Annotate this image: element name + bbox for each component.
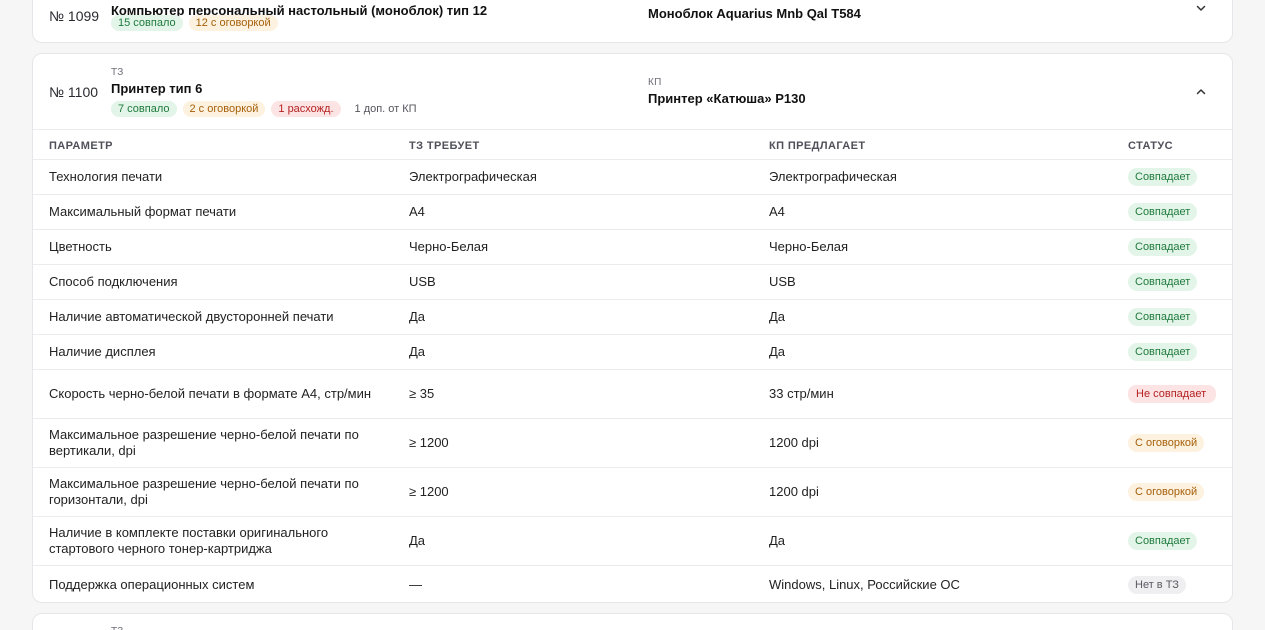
status-badge: Совпадает [1128,238,1198,256]
param-cell: Максимальное разрешение черно-белой печа… [49,427,359,458]
col-param: ПАРАМЕТР [49,140,113,152]
table-row: Наличие автоматической двусторонней печа… [33,300,1232,335]
kp-cell: Черно-Белая [769,239,849,254]
status-badge: С оговоркой [1128,483,1205,501]
col-tz: ТЗ ТРЕБУЕТ [409,140,480,152]
kp-cell: Да [769,533,786,548]
tz-cell: Черно-Белая [409,239,489,254]
tz-label: ТЗ [111,626,124,630]
kp-cell: 1200 dpi [769,435,819,450]
status-badge: Совпадает [1128,203,1198,221]
status-badge: Совпадает [1128,532,1198,550]
tz-cell: ≥ 35 [409,386,435,401]
status-badge: Нет в ТЗ [1128,575,1186,594]
table-row: Технология печати Электрографическая Элект… [33,160,1232,195]
status-badge: С оговоркой [1128,434,1205,452]
param-cell: Наличие дисплея [49,344,156,359]
status-badge: Совпадает [1128,168,1198,186]
param-cell: Технология печати [49,169,163,184]
matched-badge: 7 совпало [111,101,177,117]
tz-cell: ≥ 1200 [409,484,449,499]
matched-badge: 15 совпало [111,15,183,31]
table-row: Максимальное разрешение черно-белой печа… [33,468,1232,517]
table-row: Способ подключения USB USB Совпадает [33,265,1232,300]
caveat-badge: 2 с оговоркой [182,101,266,117]
kp-cell: Да [769,309,786,324]
item-card-1099[interactable]: № 1099 Компьютер персональный настольный… [32,0,1233,43]
table-row: Наличие в комплекте поставки оригинально… [33,517,1232,566]
kp-label: КП [648,77,662,88]
kp-cell: USB [769,274,796,289]
item-number: № 1099 [49,8,100,24]
tz-cell: ≥ 1200 [409,435,449,450]
tz-cell: Электрографическая [409,169,537,184]
item-header[interactable]: № 1099 Компьютер персональный настольный… [33,0,1232,42]
param-cell: Наличие в комплекте поставки оригинально… [49,525,329,556]
kp-cell: A4 [769,204,785,219]
status-badge: Совпадает [1128,273,1198,291]
param-cell: Наличие автоматической двусторонней печа… [49,309,334,324]
table-row: Максимальное разрешение черно-белой печа… [33,419,1232,468]
tz-cell: Да [409,344,426,359]
kp-cell: Windows, Linux, Российские ОС [769,576,960,592]
tz-cell: A4 [409,204,425,219]
table-row: Скорость черно-белой печати в формате А4… [33,370,1232,419]
col-kp: КП ПРЕДЛАГАЕТ [769,140,866,152]
item-title: Принтер тип 6 [111,81,203,96]
tz-cell: USB [409,274,436,289]
table-row: Наличие дисплея Да Да Совпадает [33,335,1232,370]
param-cell: Цветность [49,239,112,254]
item-header[interactable]: № 1100 ТЗ Принтер тип 6 7 совпало 2 с ог… [33,54,1232,129]
kp-cell: 33 стр/мин [769,386,834,401]
item-badges: 7 совпало 2 с оговоркой 1 расхожд. 1 доп… [111,101,417,117]
table-row: Поддержка операционных систем — Windows, L… [33,566,1232,602]
kp-title: Моноблок Aquarius Mnb Qal T584 [648,6,861,21]
kp-title: Принтер «Катюша» P130 [648,91,806,106]
tz-cell: Да [409,309,426,324]
mismatch-badge: 1 расхожд. [271,101,341,117]
item-number: № 1100 [49,84,99,100]
table-header: ПАРАМЕТР ТЗ ТРЕБУЕТ КП ПРЕДЛАГАЕТ СТАТУС [33,129,1232,160]
chevron-up-icon[interactable] [1196,87,1206,97]
param-cell: Скорость черно-белой печати в формате А4… [49,386,372,401]
table-row: Цветность Черно-Белая Черно-Белая Совпадает [33,230,1232,265]
item-card-next[interactable]: ТЗ [32,613,1233,630]
status-badge: Совпадает [1128,308,1198,326]
param-cell: Максимальный формат печати [49,204,237,219]
chevron-down-icon[interactable] [1196,3,1206,13]
param-cell: Поддержка операционных систем [49,576,255,592]
item-badges: 15 совпало 12 с оговоркой [111,15,278,31]
tz-cell: — [409,576,422,592]
param-cell: Максимальное разрешение черно-белой печа… [49,476,359,507]
status-badge: Не совпадает [1128,385,1216,403]
table-row: Максимальный формат печати A4 A4 Совпадает [33,195,1232,230]
tz-label: ТЗ [111,67,124,78]
kp-cell: 1200 dpi [769,484,819,499]
item-card-1100: № 1100 ТЗ Принтер тип 6 7 совпало 2 с ог… [32,53,1233,603]
extra-from-kp: 1 доп. от КП [354,103,417,115]
caveat-badge: 12 с оговоркой [188,15,278,31]
param-cell: Способ подключения [49,274,178,289]
kp-cell: Да [769,344,786,359]
col-status: СТАТУС [1128,140,1173,152]
tz-cell: Да [409,533,426,548]
kp-cell: Электрографическая [769,169,897,184]
status-badge: Совпадает [1128,343,1198,361]
